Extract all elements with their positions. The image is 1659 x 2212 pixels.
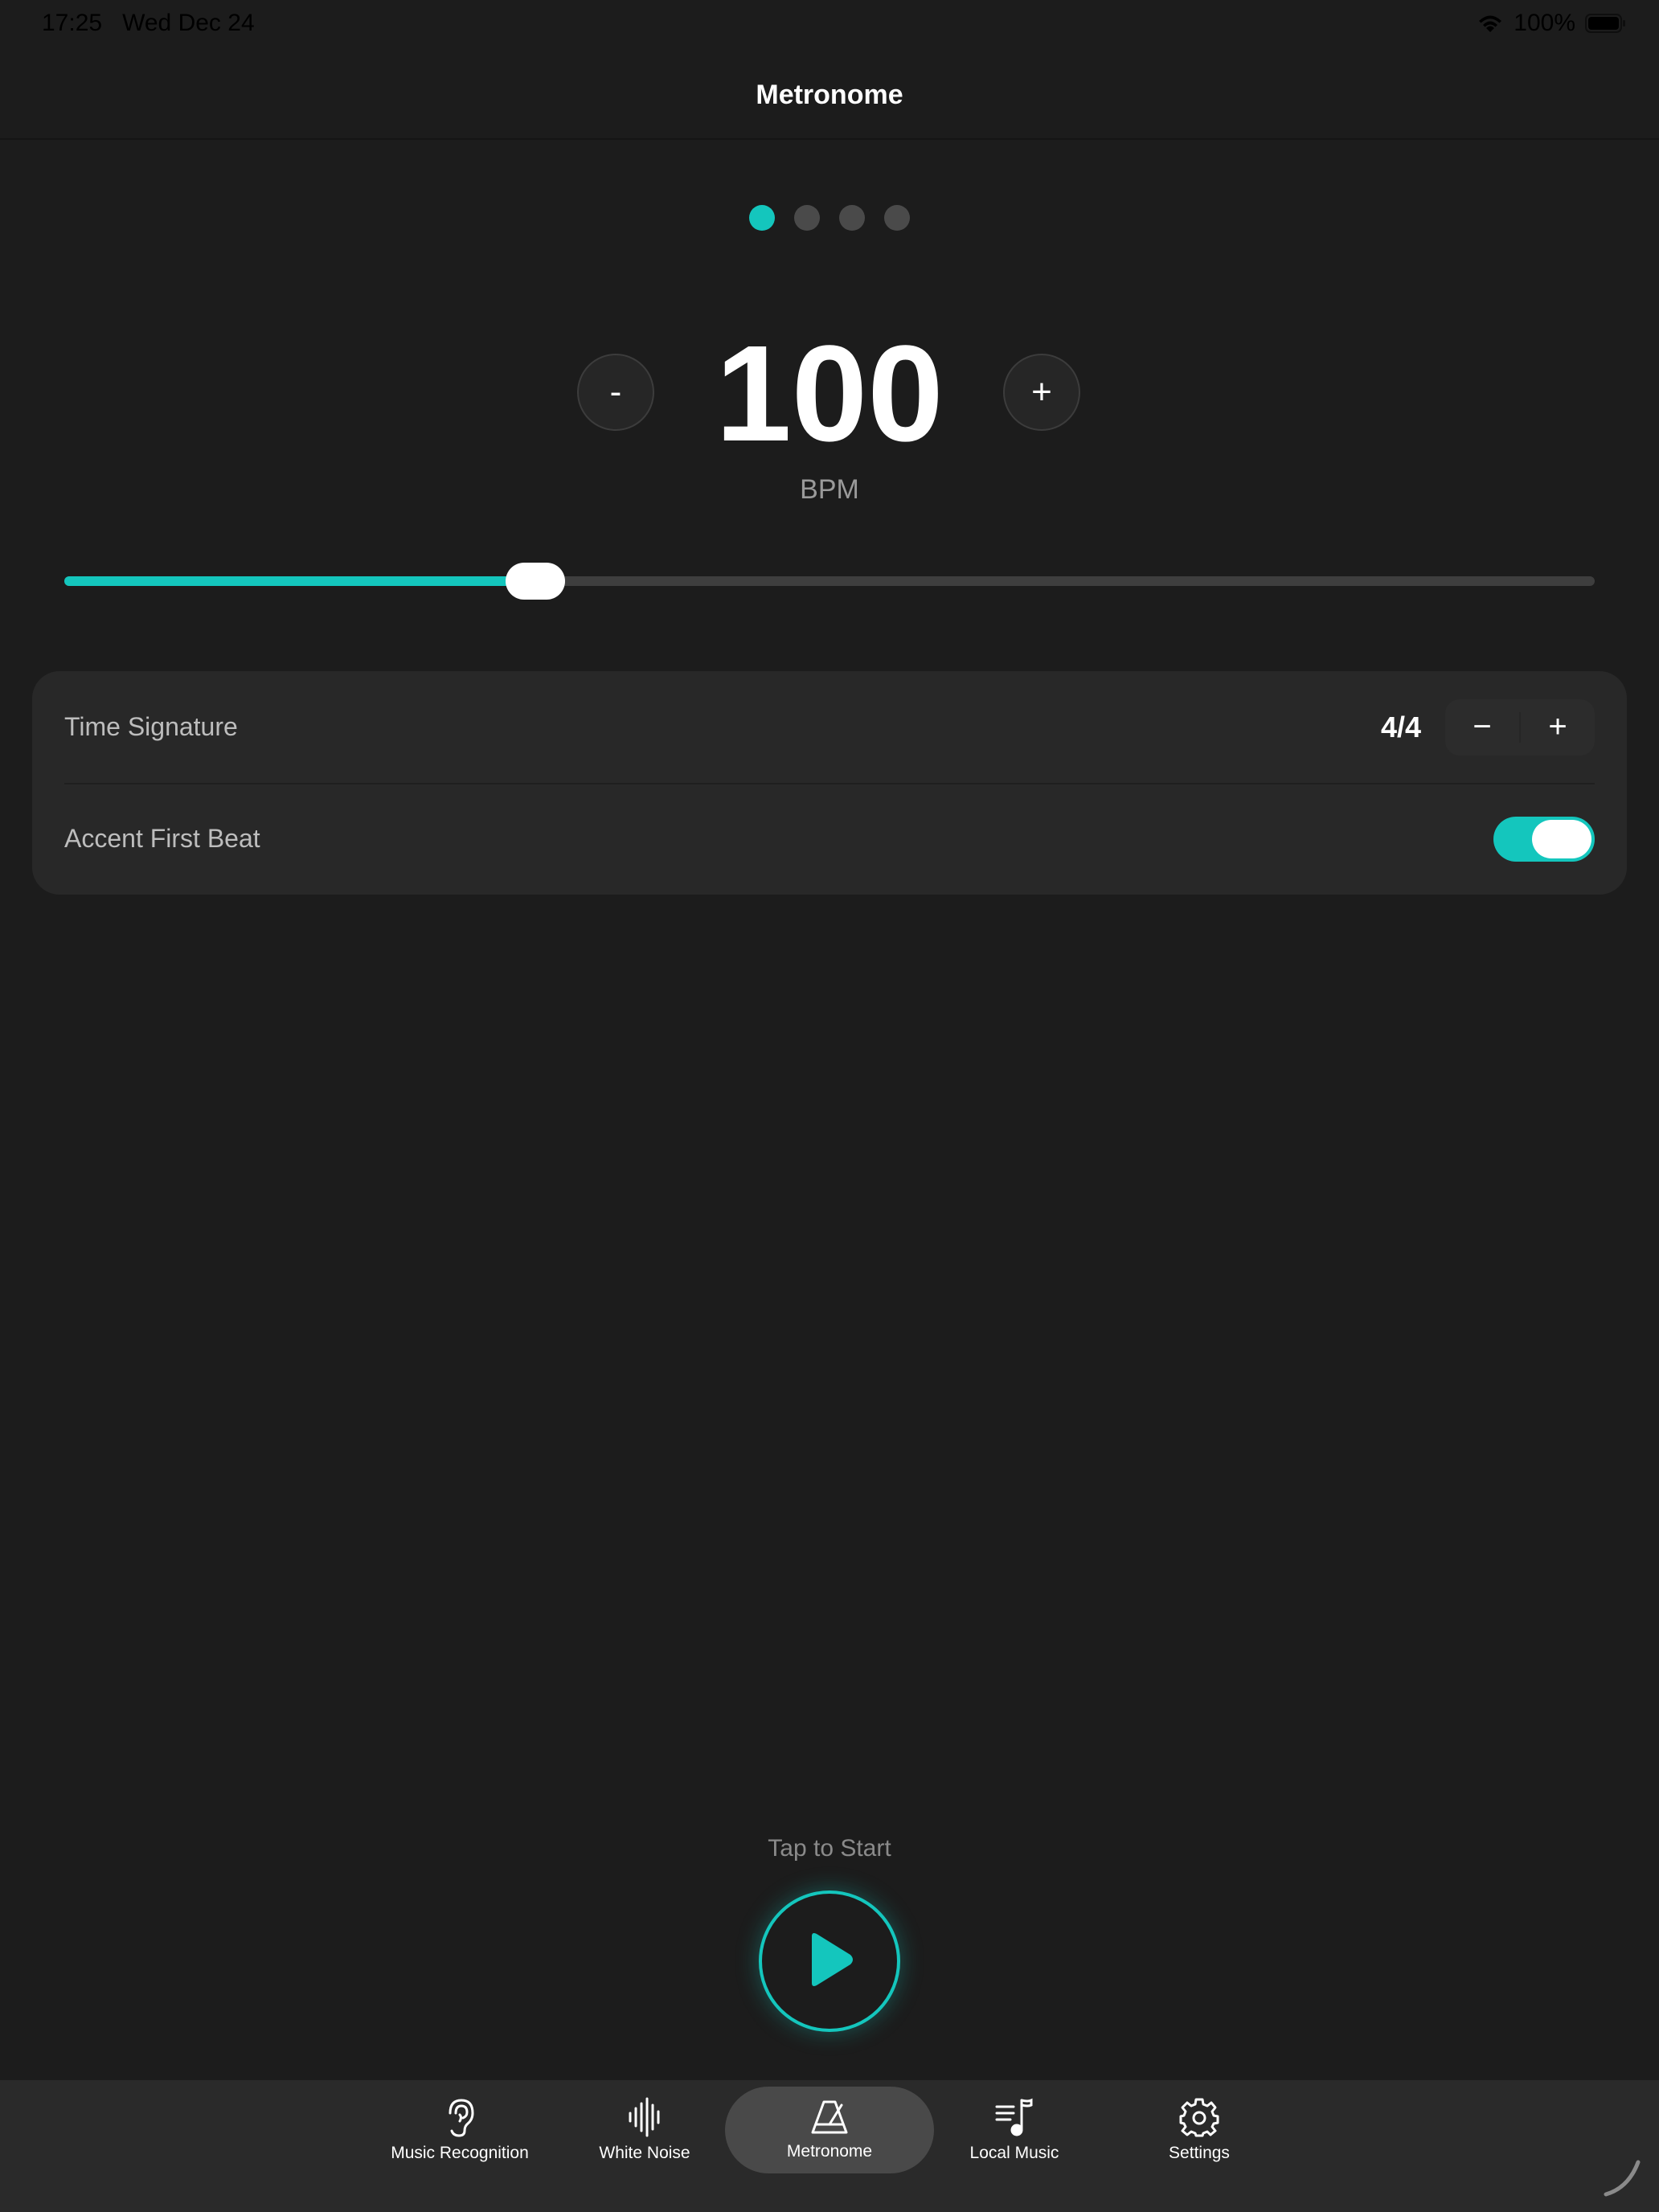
- tab-local-music[interactable]: Local Music: [942, 2087, 1087, 2173]
- time-signature-stepper: − +: [1445, 698, 1595, 756]
- tab-label-metronome: Metronome: [786, 2142, 873, 2161]
- bpm-decrease-button[interactable]: -: [577, 354, 654, 431]
- tab-bar: Music Recognition White Noise Metronome: [0, 2080, 1659, 2212]
- battery-icon: [1585, 13, 1627, 34]
- time-signature-value: 4/4: [1380, 710, 1421, 743]
- nav-header: Metronome: [0, 51, 1659, 140]
- tap-to-start-label: Tap to Start: [768, 1835, 891, 1862]
- status-time: 17:25: [42, 10, 103, 36]
- tab-label-settings: Settings: [1169, 2144, 1230, 2162]
- bpm-value: 100: [715, 317, 944, 470]
- status-bar: 17:25 Wed Dec 24 100%: [0, 0, 1659, 51]
- play-icon: [804, 1931, 855, 1992]
- metronome-icon: [809, 2099, 850, 2136]
- toggle-knob: [1532, 819, 1591, 858]
- bpm-increase-button[interactable]: +: [1003, 354, 1080, 431]
- ear-icon: [442, 2097, 477, 2137]
- beat-dot: [884, 205, 910, 231]
- beat-indicator: [0, 205, 1659, 231]
- status-indicators: 100%: [1477, 10, 1627, 37]
- page-title: Metronome: [756, 79, 903, 110]
- corner-indicator: [1600, 2156, 1645, 2201]
- battery-percent: 100%: [1514, 10, 1575, 36]
- tab-white-noise[interactable]: White Noise: [572, 2087, 717, 2173]
- tab-metronome[interactable]: Metronome: [725, 2087, 934, 2173]
- accent-first-beat-row: Accent First Beat: [64, 783, 1595, 895]
- accent-first-beat-label: Accent First Beat: [64, 824, 260, 853]
- accent-first-beat-toggle[interactable]: [1493, 816, 1595, 862]
- bpm-control: - 100 +: [0, 322, 1659, 466]
- tab-label-local-music: Local Music: [969, 2144, 1059, 2162]
- waveform-icon: [626, 2097, 663, 2137]
- status-date: Wed Dec 24: [122, 10, 255, 36]
- play-button[interactable]: [759, 1890, 900, 2032]
- beat-dot: [839, 205, 865, 231]
- tab-label-white-noise: White Noise: [599, 2144, 690, 2162]
- music-list-icon: [994, 2097, 1034, 2137]
- tab-settings[interactable]: Settings: [1127, 2087, 1272, 2173]
- tempo-slider[interactable]: [64, 563, 1595, 600]
- time-signature-increase-button[interactable]: +: [1521, 699, 1595, 756]
- slider-thumb[interactable]: [506, 563, 566, 600]
- time-signature-row: Time Signature 4/4 − +: [64, 671, 1595, 784]
- wifi-icon: [1477, 13, 1504, 34]
- beat-dot: [794, 205, 820, 231]
- tab-label-music-recognition: Music Recognition: [391, 2144, 529, 2162]
- settings-card: Time Signature 4/4 − + Accent First Beat: [32, 671, 1627, 895]
- beat-dot: [749, 205, 775, 231]
- slider-fill: [64, 576, 536, 586]
- gear-icon: [1179, 2097, 1219, 2137]
- bpm-unit-label: BPM: [800, 474, 859, 505]
- tab-music-recognition[interactable]: Music Recognition: [371, 2087, 548, 2173]
- time-signature-decrease-button[interactable]: −: [1445, 699, 1519, 756]
- status-time-date: 17:25 Wed Dec 24: [42, 10, 255, 37]
- time-signature-label: Time Signature: [64, 712, 238, 741]
